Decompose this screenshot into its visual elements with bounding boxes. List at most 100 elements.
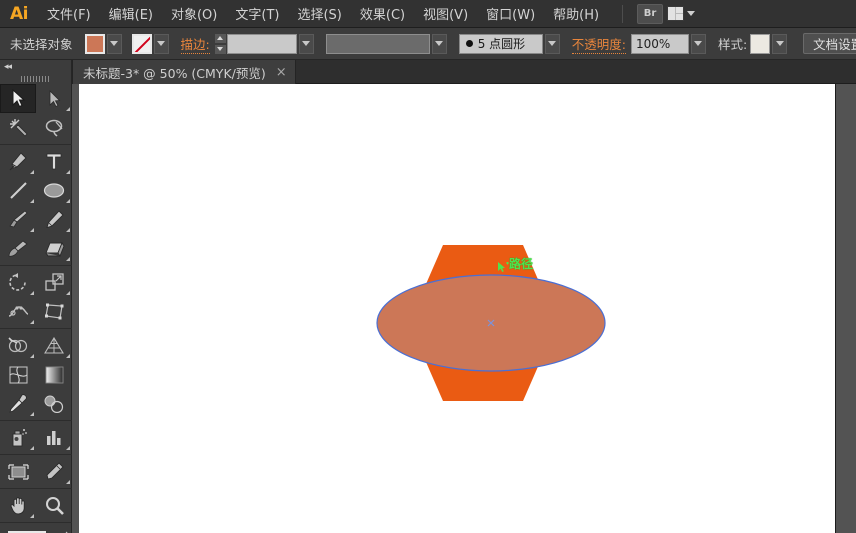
tools-panel-grip[interactable] <box>0 74 71 84</box>
fill-dropdown-button[interactable] <box>106 33 122 54</box>
tool-shape-builder[interactable] <box>0 331 36 360</box>
document-setup-button[interactable]: 文档设置 <box>803 33 856 54</box>
stroke-profile-dropdown-button[interactable] <box>431 33 447 54</box>
tool-scale[interactable] <box>36 268 72 297</box>
tool-direct-selection[interactable] <box>36 84 72 113</box>
stroke-profile-group[interactable] <box>325 33 447 54</box>
stroke-weight-dropdown-button[interactable] <box>298 33 314 54</box>
stepper-down-icon[interactable] <box>214 44 226 54</box>
tool-line-segment[interactable] <box>0 176 36 205</box>
flyout-triangle-icon <box>66 170 70 174</box>
tools-grid <box>0 84 72 525</box>
tool-free-transform[interactable] <box>36 297 72 326</box>
tool-mesh[interactable] <box>0 360 36 389</box>
flyout-triangle-icon <box>66 480 70 484</box>
tools-divider <box>0 488 72 489</box>
tool-eraser[interactable] <box>36 234 72 263</box>
brush-definition-input[interactable]: 5 点圆形 <box>458 33 543 54</box>
stepper-up-icon[interactable] <box>214 33 226 43</box>
menu-object[interactable]: 对象(O) <box>162 0 226 27</box>
tools-divider <box>0 328 72 329</box>
tool-lasso[interactable] <box>36 113 72 142</box>
pencil-icon <box>45 210 64 229</box>
menu-file[interactable]: 文件(F) <box>38 0 100 27</box>
style-swatch-group[interactable] <box>750 33 788 54</box>
tool-pencil[interactable] <box>36 205 72 234</box>
swap-fill-stroke-icon[interactable]: ⇄ <box>60 529 69 533</box>
bridge-button[interactable]: Br <box>637 3 664 24</box>
menu-edit[interactable]: 编辑(E) <box>100 0 162 27</box>
artboard[interactable]: 路径 <box>79 84 836 533</box>
stroke-weight-label[interactable]: 描边: <box>180 34 210 54</box>
tool-column-graph[interactable] <box>36 423 72 452</box>
tool-magic-wand[interactable] <box>0 113 36 142</box>
tool-width[interactable] <box>0 297 36 326</box>
flyout-triangle-icon <box>66 107 70 111</box>
tool-gradient[interactable] <box>36 360 72 389</box>
tool-selection[interactable] <box>0 84 36 113</box>
style-dropdown-button[interactable] <box>772 33 788 54</box>
arrange-documents-button[interactable] <box>667 6 696 21</box>
brush-definition-value: 5 点圆形 <box>477 37 526 51</box>
flyout-triangle-icon <box>30 170 34 174</box>
document-canvas[interactable]: 路径 <box>72 84 856 533</box>
menu-window[interactable]: 窗口(W) <box>477 0 544 27</box>
stroke-weight-stepper[interactable] <box>214 33 226 54</box>
stroke-weight-input[interactable] <box>226 33 297 54</box>
selection-arrow-icon <box>12 89 25 108</box>
scale-icon <box>44 273 64 291</box>
tool-perspective-grid[interactable] <box>36 331 72 360</box>
stroke-profile-input[interactable] <box>325 33 430 54</box>
collapse-panel-icon[interactable]: ◂◂ <box>4 62 12 72</box>
menu-select[interactable]: 选择(S) <box>288 0 350 27</box>
tool-ellipse[interactable] <box>36 176 72 205</box>
paintbrush-icon <box>8 210 28 228</box>
brush-definition-group[interactable]: 5 点圆形 <box>458 33 560 54</box>
menu-type[interactable]: 文字(T) <box>226 0 288 27</box>
blend-icon <box>44 395 64 413</box>
symbol-sprayer-icon <box>12 429 27 447</box>
lasso-icon <box>45 119 62 137</box>
stroke-weight-field-group[interactable] <box>214 33 314 54</box>
chevron-down-icon <box>157 41 166 46</box>
chevron-down-icon <box>302 41 311 46</box>
tool-paintbrush[interactable] <box>0 205 36 234</box>
opacity-input[interactable]: 100% <box>630 33 689 54</box>
style-swatch[interactable] <box>750 33 771 54</box>
flyout-triangle-icon <box>30 291 34 295</box>
tool-zoom[interactable] <box>36 491 72 520</box>
tool-blob-brush[interactable] <box>0 234 36 263</box>
tool-hand[interactable] <box>0 491 36 520</box>
stroke-swatch-group[interactable] <box>131 33 169 54</box>
tool-symbol-sprayer[interactable] <box>0 423 36 452</box>
tool-pen[interactable] <box>0 147 36 176</box>
stroke-swatch-none[interactable] <box>131 33 152 54</box>
tool-rotate[interactable] <box>0 268 36 297</box>
menu-help[interactable]: 帮助(H) <box>544 0 608 27</box>
opacity-label[interactable]: 不透明度: <box>571 34 626 54</box>
gradient-icon <box>45 366 63 383</box>
tool-artboard[interactable] <box>0 457 36 486</box>
tool-eyedropper[interactable] <box>0 389 36 418</box>
fill-swatch-group[interactable] <box>84 33 122 54</box>
opacity-field-group[interactable]: 100% <box>630 33 706 54</box>
menu-view[interactable]: 视图(V) <box>414 0 477 27</box>
grip-lines-icon <box>20 76 51 82</box>
artwork-group[interactable] <box>375 243 615 403</box>
document-tab[interactable]: 未标题-3* @ 50% (CMYK/预览) × <box>72 60 296 84</box>
tool-slice[interactable] <box>36 457 72 486</box>
flyout-triangle-icon <box>30 228 34 232</box>
mesh-icon <box>8 365 28 384</box>
flyout-triangle-icon <box>30 354 34 358</box>
menu-effect[interactable]: 效果(C) <box>351 0 414 27</box>
tool-type[interactable] <box>36 147 72 176</box>
close-icon[interactable]: × <box>276 66 287 79</box>
opacity-dropdown-button[interactable] <box>690 33 706 54</box>
brush-definition-dropdown-button[interactable] <box>544 33 560 54</box>
tool-blend[interactable] <box>36 389 72 418</box>
stroke-dropdown-button[interactable] <box>153 33 169 54</box>
fill-swatch[interactable] <box>84 33 105 54</box>
fill-stroke-cluster: ⇄ <box>0 529 72 533</box>
menubar-divider <box>622 4 624 23</box>
document-tab-label: 未标题-3* @ 50% (CMYK/预览) <box>83 65 266 81</box>
